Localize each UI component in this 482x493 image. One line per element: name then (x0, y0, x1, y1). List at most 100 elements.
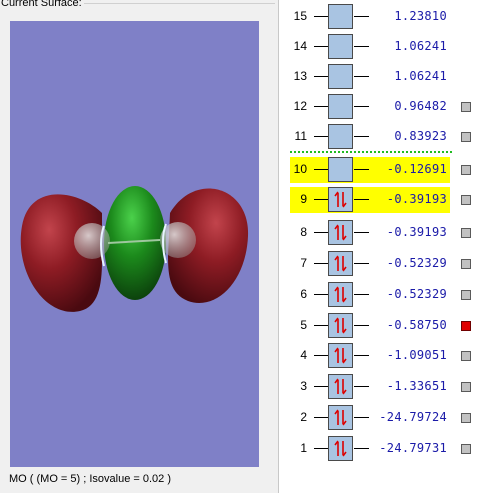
mo-number: 1 (300, 441, 307, 455)
electron-pair-icon (334, 317, 347, 334)
orbital-box[interactable] (328, 313, 353, 338)
orbital-box[interactable] (328, 34, 353, 59)
mo-row[interactable]: 2 -24.79724 (279, 405, 482, 431)
level-line (314, 325, 328, 326)
mo-checkbox[interactable] (461, 351, 471, 361)
orbital-box[interactable] (328, 343, 353, 368)
mo-energy: -0.39193 (386, 225, 447, 239)
mo-energy: -0.12691 (386, 162, 447, 176)
orbital-box[interactable] (328, 64, 353, 89)
mo-row[interactable]: 3 -1.33651 (279, 374, 482, 400)
mo-checkbox[interactable] (461, 195, 471, 205)
mo-number: 12 (293, 99, 307, 113)
mo-energy: -0.52329 (386, 287, 447, 301)
mo-row[interactable]: 9 -0.39193 (279, 187, 482, 213)
level-line (354, 448, 369, 449)
level-line (354, 325, 369, 326)
electron-pair-icon (334, 409, 347, 426)
mo-diagram: 15 1.23810 14 1.06241 13 1.06241 12 0.96482 11 0.… (279, 0, 482, 493)
level-line (314, 106, 328, 107)
orbital-box[interactable] (328, 4, 353, 29)
mo-energy: -24.79731 (379, 441, 447, 455)
mo-energy: 0.96482 (394, 99, 447, 113)
level-line (354, 106, 369, 107)
level-line (354, 232, 369, 233)
electron-pair-icon (334, 347, 347, 364)
molecule-viewport[interactable] (10, 21, 259, 467)
mo-checkbox[interactable] (461, 132, 471, 142)
level-line (314, 232, 328, 233)
isovalue-status: MO ( (MO = 5) ; Isovalue = 0.02 ) (9, 473, 171, 485)
mo-number: 10 (293, 162, 307, 176)
level-line (354, 263, 369, 264)
mo-checkbox[interactable] (461, 382, 471, 392)
level-line (314, 263, 328, 264)
mo-energy: -24.79724 (379, 410, 447, 424)
mo-checkbox[interactable] (461, 228, 471, 238)
orbital-box[interactable] (328, 405, 353, 430)
current-surface-label: Current Surface: (1, 0, 84, 10)
level-line (314, 417, 328, 418)
level-line (314, 355, 328, 356)
mo-row[interactable]: 1 -24.79731 (279, 436, 482, 462)
mo-checkbox[interactable] (461, 290, 471, 300)
orbital-render[interactable] (10, 21, 259, 467)
mo-energy: 1.23810 (394, 9, 447, 23)
mo-number: 4 (300, 348, 307, 362)
mo-row[interactable]: 4 -1.09051 (279, 343, 482, 369)
mo-row[interactable]: 7 -0.52329 (279, 251, 482, 277)
orbital-box[interactable] (328, 374, 353, 399)
mo-row[interactable]: 14 1.06241 (279, 34, 482, 60)
mo-row[interactable]: 11 0.83923 (279, 124, 482, 150)
mo-number: 11 (294, 129, 307, 143)
mo-energy: -1.33651 (386, 379, 447, 393)
level-line (314, 448, 328, 449)
mo-row[interactable]: 12 0.96482 (279, 94, 482, 120)
left-atom (74, 223, 110, 259)
electron-pair-icon (334, 191, 347, 208)
mo-row[interactable]: 6 -0.52329 (279, 282, 482, 308)
mo-number: 3 (300, 379, 307, 393)
orbital-box[interactable] (328, 94, 353, 119)
level-line (314, 199, 328, 200)
level-line (354, 76, 369, 77)
mo-number: 14 (293, 39, 307, 53)
electron-pair-icon (334, 224, 347, 241)
mo-row[interactable]: 10 -0.12691 (279, 157, 482, 183)
orbital-box[interactable] (328, 220, 353, 245)
mo-number: 15 (293, 9, 307, 23)
level-line (354, 386, 369, 387)
mo-checkbox[interactable] (461, 102, 471, 112)
mo-energy: 1.06241 (394, 69, 447, 83)
mo-row[interactable]: 13 1.06241 (279, 64, 482, 90)
mo-checkbox[interactable] (461, 444, 471, 454)
mo-checkbox[interactable] (461, 259, 471, 269)
level-line (314, 136, 328, 137)
mo-checkbox[interactable] (461, 165, 471, 175)
orbital-box[interactable] (328, 157, 353, 182)
mo-row[interactable]: 8 -0.39193 (279, 220, 482, 246)
level-line (354, 169, 369, 170)
level-line (314, 46, 328, 47)
orbital-box[interactable] (328, 251, 353, 276)
level-line (314, 169, 328, 170)
electron-pair-icon (334, 255, 347, 272)
orbital-box[interactable] (328, 124, 353, 149)
mo-checkbox[interactable] (461, 413, 471, 423)
orbital-box[interactable] (328, 187, 353, 212)
mo-number: 7 (300, 256, 307, 270)
level-line (354, 136, 369, 137)
orbital-box[interactable] (328, 282, 353, 307)
group-divider (78, 3, 275, 4)
level-line (354, 355, 369, 356)
electron-pair-icon (334, 440, 347, 457)
mo-row[interactable]: 5 -0.58750 (279, 313, 482, 339)
homo-lumo-divider (290, 151, 452, 153)
mo-row[interactable]: 15 1.23810 (279, 4, 482, 30)
level-line (354, 46, 369, 47)
orbital-box[interactable] (328, 436, 353, 461)
level-line (354, 294, 369, 295)
level-line (314, 76, 328, 77)
mo-energy: -0.39193 (386, 192, 447, 206)
mo-selected-checkbox[interactable] (461, 321, 471, 331)
